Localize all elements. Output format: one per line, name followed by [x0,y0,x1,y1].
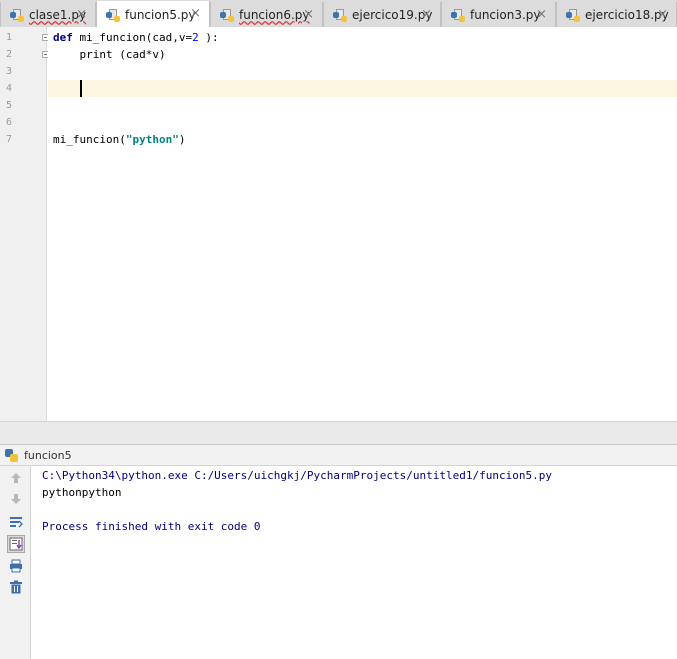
console-exit-line: Process finished with exit code 0 [42,520,261,533]
run-toolbar [0,466,31,659]
keyword-def: def [53,31,73,44]
soft-wrap-icon[interactable] [7,513,25,531]
print-statement: print (cad*v) [79,48,166,61]
tab-label: funcion6.py [239,7,310,22]
code-editor[interactable]: def mi_funcion(cad,v=2 ): print (cad*v) … [48,27,677,421]
code-line-1: def mi_funcion(cad,v=2 ): [53,29,219,46]
line-number: 5 [6,100,13,111]
up-arrow-icon[interactable] [7,469,25,487]
close-icon[interactable]: × [536,7,547,22]
signature-end: ): [198,31,219,44]
console-command-line: C:\Python34\python.exe C:/Users/uichgkj/… [42,469,552,482]
code-line-7: mi_funcion("python") [53,131,185,148]
function-signature: mi_funcion(cad,v= [72,31,193,44]
line-number-gutter[interactable]: 1 2 3 4 5 6 7 [0,27,49,421]
text-caret [80,80,82,97]
python-file-icon [106,8,120,22]
line-number: 1 [6,32,13,43]
call-close: ) [178,133,186,146]
current-line-highlight [48,80,677,97]
editor-tab-bar: clase1.py × funcion5.py × funcion6.py × … [0,0,677,28]
run-panel-header: funcion5 [0,444,677,466]
python-file-icon [451,8,465,22]
trash-icon[interactable] [7,578,25,596]
python-file-icon [566,8,580,22]
python-file-icon [333,8,347,22]
close-icon[interactable]: × [657,7,668,22]
tab-funcion6[interactable]: funcion6.py × [210,2,323,27]
close-icon[interactable]: × [190,6,201,21]
line-number: 3 [6,66,13,77]
panel-splitter[interactable] [0,421,677,444]
code-line-2: print (cad*v) [53,46,166,63]
tab-ejercico19[interactable]: ejercico19.py × [323,2,441,27]
line-number: 2 [6,49,13,60]
run-config-title[interactable]: funcion5 [24,449,72,462]
print-icon[interactable] [7,557,25,575]
line-number: 4 [6,83,13,94]
tab-funcion5[interactable]: funcion5.py × [96,1,210,28]
python-file-icon [220,8,234,22]
line-number: 7 [6,134,13,145]
close-icon[interactable]: × [421,7,432,22]
close-icon[interactable]: × [76,7,87,22]
tab-label: funcion5.py [125,7,196,22]
run-console[interactable]: C:\Python34\python.exe C:/Users/uichgkj/… [31,466,677,659]
string-literal: "python" [125,133,179,146]
function-call: mi_funcion( [53,133,126,146]
tab-clase1[interactable]: clase1.py × [0,2,96,27]
python-run-icon [5,448,18,462]
close-icon[interactable]: × [303,7,314,22]
tab-ejercicio18[interactable]: ejercicio18.py × [556,2,677,27]
tab-label: funcion3.py [470,7,541,22]
python-file-icon [10,8,24,22]
number-literal: 2 [192,31,199,44]
console-output-line: pythonpython [42,486,122,499]
line-number: 6 [6,117,13,128]
down-arrow-icon[interactable] [7,490,25,508]
scroll-to-end-icon[interactable] [7,535,25,553]
tab-funcion3[interactable]: funcion3.py × [441,2,556,27]
